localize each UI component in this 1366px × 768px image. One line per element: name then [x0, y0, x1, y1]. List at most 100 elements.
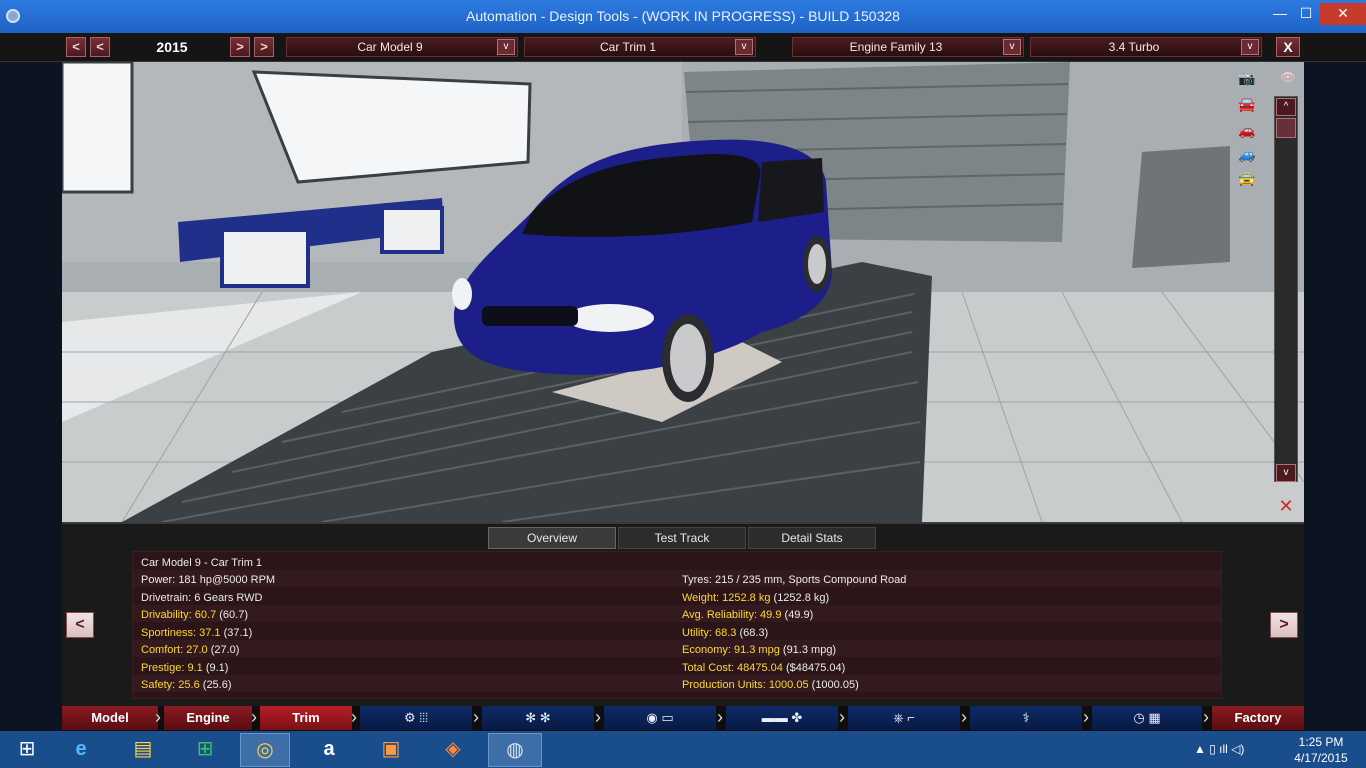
tab-engine[interactable]: Engine: [164, 706, 252, 730]
stat-label: Drivability: 60.7: [141, 609, 217, 621]
tab-test-track[interactable]: Test Track: [618, 527, 746, 549]
windows-start-icon[interactable]: ⊞: [2, 733, 52, 767]
year-prev-button[interactable]: <: [90, 37, 110, 57]
scroll-thumb[interactable]: [1276, 118, 1296, 138]
chevron-right-icon: ›: [251, 707, 257, 727]
stat-row: Drivetrain: 6 Gears RWD: [141, 592, 262, 604]
stat-value: 181 hp@5000 RPM: [178, 574, 276, 586]
stat-row: Sportiness: 37.1 (37.1): [141, 627, 252, 639]
body-aero-icon[interactable]: ▬▬ ✤: [726, 706, 838, 730]
design-toolbar: < < 2015 > > Car Model 9 v Car Trim 1 v …: [0, 33, 1366, 62]
interior-icon[interactable]: ⎈ ⌐: [848, 706, 960, 730]
camera-icon[interactable]: 📷: [1230, 70, 1264, 88]
stat-value: 215 / 235 mm, Sports Compound Road: [715, 574, 907, 586]
delete-icon[interactable]: ✕: [1274, 496, 1298, 516]
tab-detail-stats[interactable]: Detail Stats: [748, 527, 876, 549]
stats-stripe: [133, 570, 1221, 587]
wheels-icon[interactable]: ✻ ✻: [482, 706, 594, 730]
stats-stripe: [133, 640, 1221, 657]
chevron-down-icon[interactable]: v: [1003, 39, 1021, 55]
stat-label: Safety: 25.6: [141, 679, 200, 691]
stat-value: (37.1): [223, 626, 253, 639]
car-3d-viewport[interactable]: [62, 62, 1304, 522]
car-trim-dropdown[interactable]: Car Trim 1 v: [524, 37, 756, 57]
chevron-right-icon: ›: [595, 707, 601, 727]
minimize-button[interactable]: —: [1268, 3, 1292, 25]
tab-factory[interactable]: Factory: [1212, 706, 1304, 730]
tab-model[interactable]: Model: [62, 706, 158, 730]
brakes-suspension-icon[interactable]: ◉ ▭: [604, 706, 716, 730]
gearbox-icon[interactable]: ⚙ ⦙⦙⦙: [360, 706, 472, 730]
next-stats-button[interactable]: >: [1270, 612, 1298, 638]
car-rear-icon[interactable]: 🚙: [1230, 146, 1264, 164]
system-tray-icons[interactable]: ▲ ▯ ıll ◁): [1194, 742, 1244, 756]
tab-trim[interactable]: Trim: [260, 706, 352, 730]
maximize-button[interactable]: ☐: [1294, 3, 1318, 25]
stat-value: (9.1): [205, 661, 229, 674]
stat-label: Tyres:: [682, 574, 712, 586]
stat-value: ($48475.04): [785, 661, 846, 674]
stat-row: Comfort: 27.0 (27.0): [141, 644, 239, 656]
close-window-button[interactable]: ✕: [1320, 3, 1366, 25]
year-next-fast-button[interactable]: >: [254, 37, 274, 57]
chevron-down-icon[interactable]: v: [1241, 39, 1259, 55]
engine-family-label: Engine Family 13: [849, 40, 943, 54]
file-explorer-icon[interactable]: ▤: [118, 733, 168, 767]
stat-row: Prestige: 9.1 (9.1): [141, 662, 228, 674]
stat-value: (68.3): [739, 626, 769, 639]
tab-overview[interactable]: Overview: [488, 527, 616, 549]
stat-row: Weight: 1252.8 kg (1252.8 kg): [682, 592, 829, 604]
stat-row: Total Cost: 48475.04 ($48475.04): [682, 662, 845, 674]
stat-label: Sportiness: 37.1: [141, 626, 221, 639]
engine-variant-label: 3.4 Turbo: [1108, 40, 1160, 54]
scroll-down-button[interactable]: v: [1276, 464, 1296, 482]
stat-row: Safety: 25.6 (25.6): [141, 679, 232, 691]
chevron-right-icon: ›: [1203, 707, 1209, 727]
stat-label: Utility: 68.3: [682, 626, 737, 639]
year-prev-fast-button[interactable]: <: [66, 37, 86, 57]
stat-label: Weight: 1252.8 kg: [682, 591, 771, 604]
chevron-right-icon: ›: [155, 707, 161, 727]
stat-value: 6 Gears RWD: [194, 591, 263, 604]
chevron-down-icon[interactable]: v: [497, 39, 515, 55]
year-next-button[interactable]: >: [230, 37, 250, 57]
taskbar-clock[interactable]: 1:25 PM 4/17/2015: [1282, 734, 1360, 766]
store-icon[interactable]: ⊞: [180, 733, 230, 767]
chrome-icon[interactable]: ◎: [240, 733, 290, 767]
app-icon-1[interactable]: ▣: [366, 733, 416, 767]
stat-row: Economy: 91.3 mpg (91.3 mpg): [682, 644, 836, 656]
car-side-icon[interactable]: 🚗: [1230, 122, 1264, 140]
stat-value: (91.3 mpg): [782, 644, 837, 656]
stat-row: Power: 181 hp@5000 RPM: [141, 574, 275, 586]
car-model-dropdown[interactable]: Car Model 9 v: [286, 37, 518, 57]
engine-variant-dropdown[interactable]: 3.4 Turbo v: [1030, 37, 1262, 57]
chevron-right-icon: ›: [961, 707, 967, 727]
stat-label: Economy: 91.3 mpg: [682, 644, 780, 656]
chevron-right-icon: ›: [1083, 707, 1089, 727]
viewport-zoom-scrollbar[interactable]: [1274, 96, 1298, 482]
engine-family-dropdown[interactable]: Engine Family 13 v: [792, 37, 1024, 57]
internet-explorer-icon[interactable]: e: [56, 733, 106, 767]
year-display: 2015: [156, 39, 188, 55]
prev-stats-button[interactable]: <: [66, 612, 94, 638]
window-titlebar: Automation - Design Tools - (WORK IN PRO…: [0, 0, 1366, 33]
stat-row: Avg. Reliability: 49.9 (49.9): [682, 609, 813, 621]
car-front-icon[interactable]: 🚘: [1230, 96, 1264, 114]
safety-icon[interactable]: ⚕: [970, 706, 1082, 730]
amazon-icon[interactable]: a: [304, 733, 354, 767]
test-flag-icon[interactable]: ◷ ▦: [1092, 706, 1202, 730]
car-angle-icon[interactable]: 🚖: [1230, 170, 1264, 188]
stat-label: Prestige: 9.1: [141, 661, 203, 674]
chevron-right-icon: ›: [473, 707, 479, 727]
chevron-down-icon[interactable]: v: [735, 39, 753, 55]
stat-label: Power:: [141, 574, 176, 586]
close-designer-button[interactable]: X: [1276, 37, 1300, 57]
automation-game-icon[interactable]: ◍: [488, 733, 542, 767]
eye-icon[interactable]: 👁: [1278, 70, 1298, 84]
stat-label: Avg. Reliability: 49.9: [682, 609, 782, 621]
app-icon-2[interactable]: ◈: [428, 733, 478, 767]
stat-value: (49.9): [784, 609, 814, 621]
chevron-right-icon: ›: [351, 707, 357, 727]
stats-header: Car Model 9 - Car Trim 1: [141, 557, 263, 569]
scroll-up-button[interactable]: ^: [1276, 98, 1296, 116]
